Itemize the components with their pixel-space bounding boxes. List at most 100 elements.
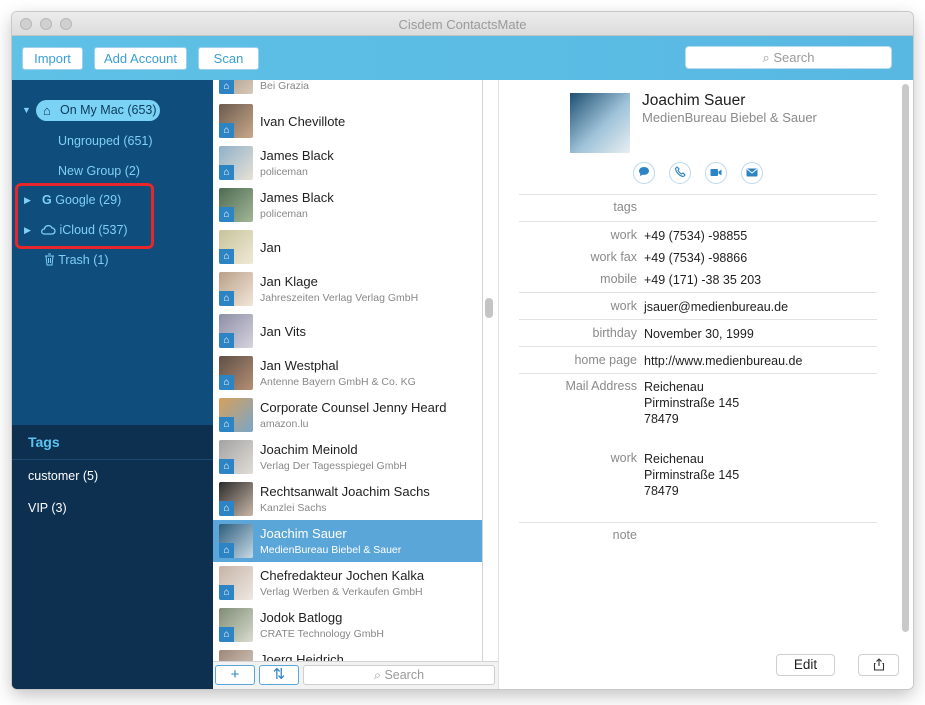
contact-subtitle: policeman [260, 208, 308, 220]
avatar: ⌂ [219, 146, 253, 180]
contact-list: ⌂ Bei Grazia ⌂ Ivan Chevillote ⌂ James B… [213, 80, 483, 689]
list-item-selected[interactable]: ⌂ Joachim Sauer MedienBureau Biebel & Sa… [213, 520, 482, 562]
list-item[interactable]: ⌂ James Black policeman [213, 184, 482, 226]
house-icon: ⌂ [219, 501, 234, 516]
address-line: Pirminstraße 145 [644, 396, 740, 410]
toolbar-search-input[interactable]: ⌕ Search [685, 46, 892, 69]
search-placeholder: Search [773, 50, 815, 65]
toolbar: Import Add Account Scan ⌕ Search [12, 36, 913, 80]
contact-name: Joachim Sauer [260, 526, 347, 541]
house-icon: ⌂ [219, 333, 234, 348]
contact-name: Rechtsanwalt Joachim Sachs [260, 484, 430, 499]
list-item[interactable]: ⌂ Jan Vits [213, 310, 482, 352]
contact-name: Corporate Counsel Jenny Heard [260, 400, 447, 415]
sidebar-item-trash[interactable]: Trash (1) [44, 253, 109, 267]
avatar: ⌂ [219, 272, 253, 306]
homepage-label: home page [574, 353, 637, 367]
sidebar: ▼ ⌂ On My Mac (653) Ungrouped (651) New … [12, 80, 213, 689]
list-item[interactable]: ⌂ Ivan Chevillote [213, 100, 482, 142]
house-icon: ⌂ [219, 417, 234, 432]
divider [519, 221, 877, 222]
avatar: ⌂ [219, 566, 253, 600]
list-item[interactable]: ⌂ Bei Grazia [213, 80, 482, 98]
address-line: 78479 [644, 412, 679, 426]
phone-label: mobile [600, 272, 637, 286]
tag-item-vip[interactable]: VIP (3) [28, 501, 67, 515]
address-line: Reichenau [644, 380, 704, 394]
contact-subtitle: MedienBureau Biebel & Sauer [260, 544, 402, 556]
homepage-value[interactable]: http://www.medienbureau.de [644, 353, 802, 369]
contact-subtitle: policeman [260, 166, 308, 178]
list-item[interactable]: ⌂ Corporate Counsel Jenny Heard amazon.l… [213, 394, 482, 436]
divider [519, 522, 877, 523]
avatar: ⌂ [219, 104, 253, 138]
phone-value[interactable]: +49 (7534) -98855 [644, 228, 747, 244]
email-value[interactable]: jsauer@medienbureau.de [644, 299, 788, 315]
video-icon[interactable] [705, 162, 727, 184]
list-scrollbar[interactable] [485, 298, 493, 318]
tag-item-customer[interactable]: customer (5) [28, 469, 98, 483]
contact-subtitle: amazon.lu [260, 418, 309, 430]
house-icon: ⌂ [219, 375, 234, 390]
divider [519, 319, 877, 320]
list-item[interactable]: ⌂ Jan [213, 226, 482, 268]
app-window: Cisdem ContactsMate Import Add Account S… [12, 12, 913, 689]
list-search-input[interactable]: ⌕ Search [303, 665, 495, 685]
sidebar-item-ungrouped[interactable]: Ungrouped (651) [58, 134, 153, 148]
avatar: ⌂ [219, 398, 253, 432]
contact-detail-company: MedienBureau Biebel & Sauer [642, 110, 817, 125]
import-button[interactable]: Import [22, 47, 83, 70]
sort-button[interactable]: ⇅ [259, 665, 299, 685]
list-item[interactable]: ⌂ Jan Klage Jahreszeiten Verlag Verlag G… [213, 268, 482, 310]
avatar: ⌂ [219, 482, 253, 516]
contact-detail: Joachim Sauer MedienBureau Biebel & Saue… [498, 80, 913, 689]
house-icon: ⌂ [219, 459, 234, 474]
list-item[interactable]: ⌂ Jodok Batlogg CRATE Technology GmbH [213, 604, 482, 646]
list-item[interactable]: ⌂ James Black policeman [213, 142, 482, 184]
tags-field-label: tags [613, 200, 637, 214]
list-item[interactable]: ⌂ Rechtsanwalt Joachim Sachs Kanzlei Sac… [213, 478, 482, 520]
avatar: ⌂ [219, 230, 253, 264]
address-label: Mail Address [565, 379, 637, 393]
contact-subtitle: Antenne Bayern GmbH & Co. KG [260, 376, 416, 388]
search-icon: ⌕ [762, 50, 770, 65]
edit-button[interactable]: Edit [776, 654, 835, 676]
add-contact-button[interactable]: + [215, 665, 255, 685]
message-icon[interactable] [633, 162, 655, 184]
sidebar-item-label: Trash (1) [58, 253, 109, 267]
divider [519, 346, 877, 347]
add-account-button[interactable]: Add Account [94, 47, 187, 70]
address-line: 78479 [644, 484, 679, 498]
share-button[interactable] [858, 654, 899, 676]
list-item[interactable]: ⌂ Jan Westphal Antenne Bayern GmbH & Co.… [213, 352, 482, 394]
mail-icon[interactable] [741, 162, 763, 184]
list-item[interactable]: ⌂ Joachim Meinold Verlag Der Tagesspiege… [213, 436, 482, 478]
phone-icon[interactable] [669, 162, 691, 184]
contact-name: Jan Vits [260, 324, 307, 339]
contact-name: Jan Westphal [260, 358, 339, 373]
divider [519, 373, 877, 374]
phone-label: work fax [590, 250, 637, 264]
birthday-value: November 30, 1999 [644, 327, 754, 341]
contact-subtitle: Verlag Werben & Verkaufen GmbH [260, 586, 423, 598]
scan-button[interactable]: Scan [198, 47, 259, 70]
note-label: note [612, 528, 637, 542]
house-icon: ⌂ [219, 291, 234, 306]
email-label: work [610, 299, 637, 313]
phone-label: work [610, 228, 637, 242]
sidebar-item-new-group[interactable]: New Group (2) [58, 164, 140, 178]
mail-glyph [746, 168, 758, 177]
list-item[interactable]: ⌂ Chefredakteur Jochen Kalka Verlag Werb… [213, 562, 482, 604]
avatar: ⌂ [219, 314, 253, 348]
disclosure-expanded-icon[interactable]: ▼ [22, 105, 31, 115]
sidebar-item-on-my-mac[interactable]: ⌂ On My Mac (653) [36, 100, 160, 121]
contact-subtitle: Verlag Der Tagesspiegel GmbH [260, 460, 407, 472]
contact-name: James Black [260, 148, 334, 163]
detail-scrollbar[interactable] [902, 84, 909, 632]
sidebar-item-label: On My Mac (653) [60, 103, 157, 117]
phone-glyph [674, 166, 686, 178]
divider [519, 292, 877, 293]
trash-icon [45, 253, 54, 266]
phone-value[interactable]: +49 (171) -38 35 203 [644, 272, 761, 288]
phone-value[interactable]: +49 (7534) -98866 [644, 250, 747, 266]
